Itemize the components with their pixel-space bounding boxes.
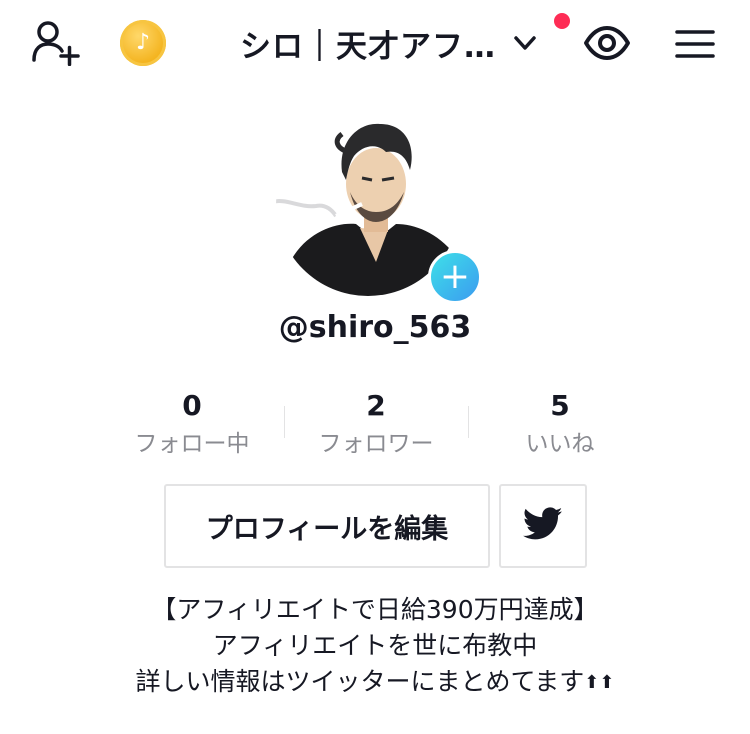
notification-dot — [554, 13, 570, 29]
stat-value: 2 — [366, 389, 386, 422]
stat-label: フォロワー — [318, 431, 434, 457]
stat-likes[interactable]: 5 いいね — [468, 386, 652, 462]
top-bar: ♪ シロ｜天才アフ… — [0, 0, 750, 86]
bio-line: 【アフィリエイトで日給390万円達成】 — [151, 595, 599, 624]
bio-line: アフィリエイトを世に布教中 — [212, 631, 538, 660]
avatar-container — [276, 112, 460, 296]
edit-profile-button[interactable]: プロフィールを編集 — [164, 484, 490, 568]
coin-icon[interactable]: ♪ — [120, 20, 166, 66]
bio: 【アフィリエイトで日給390万円達成】 アフィリエイトを世に布教中 詳しい情報は… — [0, 592, 750, 701]
music-note-icon: ♪ — [135, 30, 151, 55]
account-title: シロ｜天才アフ… — [240, 28, 496, 65]
add-user-icon[interactable] — [28, 18, 82, 68]
stat-value: 0 — [182, 389, 202, 422]
eye-icon[interactable] — [582, 20, 632, 66]
menu-icon[interactable] — [670, 22, 720, 66]
stat-label: いいね — [525, 431, 595, 457]
stat-value: 5 — [550, 389, 570, 422]
twitter-button[interactable] — [499, 484, 587, 568]
bio-line-text: 詳しい情報はツイッターにまとめてます — [135, 667, 585, 696]
bio-line: 詳しい情報はツイッターにまとめてます⬆⬆ — [0, 664, 750, 701]
stat-following[interactable]: 0 フォロー中 — [100, 386, 284, 462]
stat-followers[interactable]: 2 フォロワー — [284, 386, 468, 462]
up-arrows-icon: ⬆⬆ — [584, 672, 615, 693]
add-avatar-button[interactable]: + — [428, 250, 482, 304]
stat-label: フォロー中 — [134, 431, 250, 457]
chevron-down-icon — [512, 30, 538, 56]
stats-row: 0 フォロー中 2 フォロワー 5 いいね — [100, 386, 650, 466]
account-switcher[interactable]: シロ｜天才アフ… — [240, 22, 538, 65]
twitter-icon — [522, 507, 563, 545]
plus-icon: + — [439, 256, 471, 297]
username: @shiro_563 — [278, 310, 472, 345]
